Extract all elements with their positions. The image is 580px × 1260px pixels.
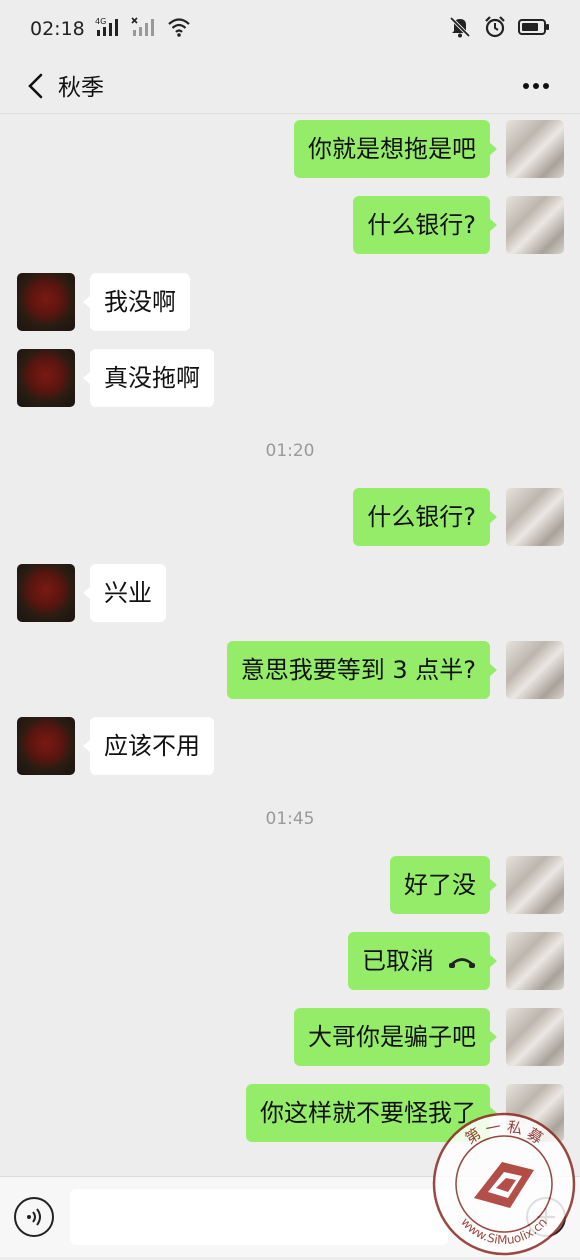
- message-text: 你这样就不要怪我了: [260, 1099, 476, 1127]
- message-bubble[interactable]: 我没啊: [83, 273, 190, 331]
- contact-avatar[interactable]: [17, 349, 75, 407]
- message-text: 好了没: [404, 871, 476, 899]
- my-avatar[interactable]: [506, 488, 564, 546]
- hangup-icon: [448, 947, 476, 975]
- status-time: 02:18: [30, 18, 85, 40]
- back-button[interactable]: [16, 66, 56, 106]
- timestamp: 01:45: [265, 809, 315, 829]
- timestamp: 01:20: [265, 441, 315, 461]
- contact-avatar[interactable]: [17, 717, 75, 775]
- input-bar: [0, 1176, 580, 1257]
- network-label: 4G: [95, 17, 106, 26]
- my-avatar[interactable]: [506, 856, 564, 914]
- my-avatar[interactable]: [506, 1084, 564, 1142]
- message-bubble[interactable]: 什么银行?: [353, 488, 497, 546]
- message-bubble[interactable]: 意思我要等到 3 点半?: [226, 641, 498, 699]
- message-input[interactable]: [70, 1189, 448, 1245]
- message-text: 什么银行?: [367, 211, 476, 239]
- message-text: 真没拖啊: [104, 364, 200, 392]
- status-bar: 02:18 4G: [0, 0, 580, 58]
- message-text: 什么银行?: [367, 503, 476, 531]
- message-incoming: 真没拖啊: [0, 349, 580, 411]
- message-bubble[interactable]: 你就是想拖是吧: [294, 120, 497, 178]
- message-text: 你就是想拖是吧: [308, 135, 476, 163]
- chat-header: 秋季: [0, 58, 580, 114]
- my-avatar[interactable]: [506, 932, 564, 990]
- plus-icon: [537, 1208, 555, 1226]
- message-outgoing: 已取消: [0, 932, 580, 994]
- message-incoming: 兴业: [0, 564, 580, 626]
- chat-title: 秋季: [58, 75, 104, 101]
- message-list[interactable]: 你就是想拖是吧什么银行? 我没啊真没拖啊 01:20 什么银行? 兴业意思我要等到 3 …: [0, 115, 580, 1175]
- message-text: 应该不用: [104, 732, 200, 760]
- message-outgoing: 你就是想拖是吧: [0, 120, 580, 182]
- message-text: 意思我要等到 3 点半?: [240, 656, 476, 684]
- signal-icon: 4G: [95, 17, 121, 42]
- voice-icon: [27, 1208, 41, 1226]
- alarm-icon: [484, 15, 506, 43]
- wifi-icon: [167, 17, 191, 42]
- mute-icon: [448, 16, 472, 43]
- battery-icon: [518, 18, 550, 41]
- message-outgoing: 你这样就不要怪我了: [0, 1084, 580, 1146]
- message-bubble[interactable]: 已取消: [348, 932, 497, 990]
- message-outgoing: 好了没: [0, 856, 580, 918]
- message-outgoing: 什么银行?: [0, 196, 580, 258]
- my-avatar[interactable]: [506, 196, 564, 254]
- message-bubble[interactable]: 真没拖啊: [83, 349, 214, 407]
- plus-button[interactable]: [526, 1197, 566, 1237]
- more-button[interactable]: [516, 66, 556, 106]
- no-signal-icon: [131, 16, 157, 42]
- chevron-left-icon: [28, 73, 43, 99]
- message-incoming: 应该不用: [0, 717, 580, 779]
- my-avatar[interactable]: [506, 641, 564, 699]
- message-bubble[interactable]: 兴业: [83, 564, 166, 622]
- more-icon: [523, 83, 549, 89]
- message-outgoing: 什么银行?: [0, 488, 580, 550]
- message-bubble[interactable]: 什么银行?: [353, 196, 497, 254]
- message-bubble[interactable]: 你这样就不要怪我了: [246, 1084, 497, 1142]
- message-incoming: 我没啊: [0, 273, 580, 335]
- contact-avatar[interactable]: [17, 273, 75, 331]
- message-text: 兴业: [104, 579, 152, 607]
- voice-button[interactable]: [14, 1197, 54, 1237]
- message-bubble[interactable]: 好了没: [390, 856, 497, 914]
- message-text: 我没啊: [104, 288, 176, 316]
- message-text: 大哥你是骗子吧: [308, 1023, 476, 1051]
- my-avatar[interactable]: [506, 120, 564, 178]
- message-bubble[interactable]: 大哥你是骗子吧: [294, 1008, 497, 1066]
- my-avatar[interactable]: [506, 1008, 564, 1066]
- message-outgoing: 意思我要等到 3 点半?: [0, 641, 580, 703]
- message-outgoing: 大哥你是骗子吧: [0, 1008, 580, 1070]
- message-bubble[interactable]: 应该不用: [83, 717, 214, 775]
- contact-avatar[interactable]: [17, 564, 75, 622]
- message-text: 已取消: [362, 947, 434, 975]
